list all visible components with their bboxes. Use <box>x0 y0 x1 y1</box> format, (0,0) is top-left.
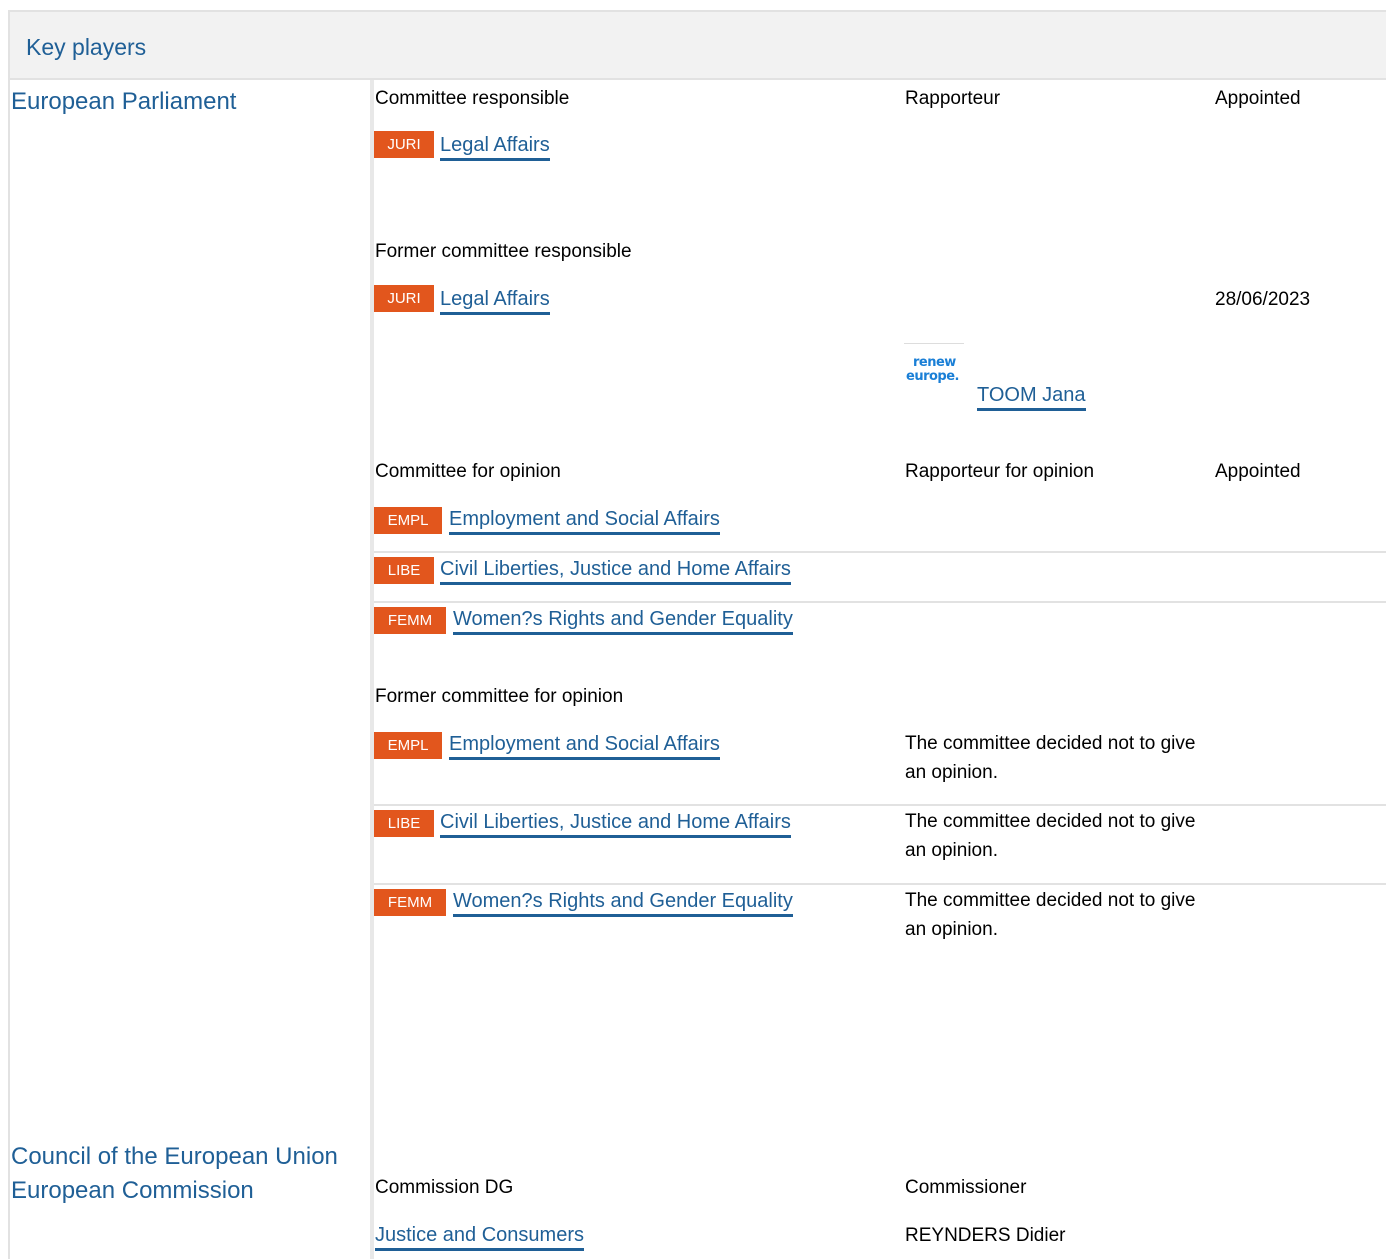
header-former-committee-for-opinion: Former committee for opinion <box>375 686 624 707</box>
committee-link-empl[interactable]: Employment and Social Affairs <box>449 508 720 535</box>
committee-code-badge: JURI <box>374 131 434 158</box>
commission-dg-link[interactable]: Justice and Consumers <box>375 1224 584 1251</box>
institution-european-parliament[interactable]: European Parliament <box>11 88 236 116</box>
commissioner-name: REYNDERS Didier <box>905 1225 1066 1246</box>
committee-link-femm[interactable]: Women?s Rights and Gender Equality <box>453 608 793 635</box>
institution-council[interactable]: Council of the European Union <box>11 1143 338 1171</box>
opinion-note: The committee decided not to give an opi… <box>905 811 1196 861</box>
institution-european-commission[interactable]: European Commission <box>11 1177 254 1205</box>
committee-code-badge: LIBE <box>374 810 434 837</box>
committee-code-badge: JURI <box>374 285 434 312</box>
rapporteur-link-toom-jana[interactable]: TOOM Jana <box>977 384 1086 411</box>
former-committee-link-juri[interactable]: Legal Affairs <box>440 288 550 315</box>
row-divider <box>374 601 1386 603</box>
committee-link-libe[interactable]: Civil Liberties, Justice and Home Affair… <box>440 558 791 585</box>
row-divider <box>374 551 1386 553</box>
appointed-date: 28/06/2023 <box>1215 289 1311 310</box>
committee-code-badge: FEMM <box>374 607 446 634</box>
committee-link-juri[interactable]: Legal Affairs <box>440 134 550 161</box>
former-opinion-link-femm[interactable]: Women?s Rights and Gender Equality <box>453 890 793 917</box>
header-committee-responsible: Committee responsible <box>375 88 570 109</box>
header-rapporteur: Rapporteur <box>905 88 1001 109</box>
committee-code-badge: FEMM <box>374 889 446 916</box>
header-appointed: Appointed <box>1215 461 1301 482</box>
committee-code-badge: EMPL <box>374 507 442 534</box>
header-appointed: Appointed <box>1215 88 1301 109</box>
column-divider <box>370 80 374 1259</box>
row-divider <box>374 883 1386 885</box>
opinion-note: The committee decided not to give an opi… <box>905 733 1196 783</box>
committee-code-badge: LIBE <box>374 557 434 584</box>
former-opinion-link-libe[interactable]: Civil Liberties, Justice and Home Affair… <box>440 811 791 838</box>
opinion-note: The committee decided not to give an opi… <box>905 890 1196 940</box>
renew-europe-logo: renew europe. <box>904 343 964 404</box>
committee-code-badge: EMPL <box>374 732 442 759</box>
header-committee-for-opinion: Committee for opinion <box>375 461 561 482</box>
header-former-committee-responsible: Former committee responsible <box>375 241 632 262</box>
header-commissioner: Commissioner <box>905 1177 1027 1198</box>
former-opinion-link-empl[interactable]: Employment and Social Affairs <box>449 733 720 760</box>
header-commission-dg: Commission DG <box>375 1177 514 1198</box>
header-rapporteur-for-opinion: Rapporteur for opinion <box>905 461 1095 482</box>
row-divider <box>374 804 1386 806</box>
